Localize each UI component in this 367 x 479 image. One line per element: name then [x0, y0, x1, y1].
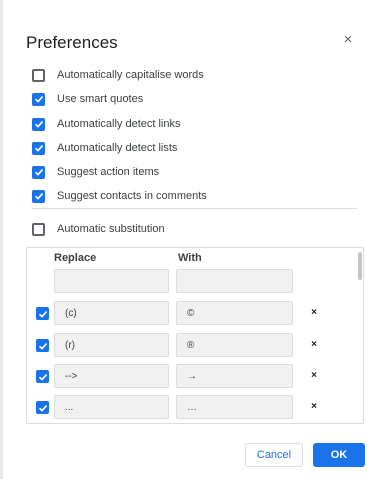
row-checkbox[interactable]	[36, 401, 49, 414]
delete-x-icon[interactable]: ×	[309, 401, 319, 412]
checkmark-icon	[34, 193, 43, 200]
checkbox-automatic-substitution[interactable]	[32, 222, 45, 236]
with-input[interactable]	[187, 401, 292, 413]
option-smart-quotes[interactable]: Use smart quotes	[32, 90, 143, 108]
option-label: Use smart quotes	[57, 93, 144, 105]
checkmark-icon	[38, 373, 47, 381]
checkbox-suggest-contacts[interactable]	[32, 189, 45, 203]
checkmark-icon	[34, 169, 43, 176]
replace-field[interactable]	[54, 333, 169, 357]
delete-x-icon[interactable]: ×	[309, 339, 319, 350]
with-field[interactable]	[176, 395, 293, 419]
option-label: Automatically capitalise words	[57, 69, 204, 81]
option-automatic-substitution[interactable]: Automatic substitution	[32, 220, 165, 238]
with-input[interactable]	[187, 307, 292, 319]
replace-input[interactable]	[65, 307, 168, 319]
checkbox-detect-links[interactable]	[32, 117, 45, 131]
with-field[interactable]	[176, 333, 293, 357]
option-suggest-contacts[interactable]: Suggest contacts in comments	[32, 187, 207, 205]
replace-field[interactable]	[54, 395, 169, 419]
cancel-button[interactable]: Cancel	[245, 443, 303, 467]
checkmark-icon	[38, 342, 47, 350]
checkbox-smart-quotes[interactable]	[32, 92, 45, 106]
new-replace-input[interactable]	[65, 275, 168, 287]
row-checkbox[interactable]	[36, 339, 49, 352]
checkmark-icon	[34, 96, 43, 103]
column-header-replace: Replace	[54, 252, 97, 264]
close-icon[interactable]: ×	[340, 32, 356, 48]
scrollbar-thumb[interactable]	[358, 252, 362, 280]
dialog-title: Preferences	[26, 33, 118, 52]
row-checkbox[interactable]	[36, 307, 49, 320]
checkmark-icon	[34, 145, 43, 152]
checkbox-detect-lists[interactable]	[32, 141, 45, 155]
ok-button[interactable]: OK	[313, 443, 365, 467]
row-checkbox[interactable]	[36, 370, 49, 383]
divider	[32, 208, 357, 209]
option-detect-lists[interactable]: Automatically detect lists	[32, 139, 177, 157]
with-input[interactable]	[187, 339, 292, 351]
option-label: Suggest contacts in comments	[57, 190, 207, 202]
option-detect-links[interactable]: Automatically detect links	[32, 115, 181, 133]
replace-field[interactable]	[54, 364, 169, 388]
option-label: Automatic substitution	[57, 223, 165, 235]
replace-input[interactable]	[65, 401, 168, 413]
replace-field[interactable]	[54, 301, 169, 325]
checkmark-icon	[34, 121, 43, 128]
replace-input[interactable]	[65, 370, 168, 382]
with-field[interactable]	[176, 301, 293, 325]
checkmark-icon	[38, 404, 47, 412]
delete-x-icon[interactable]: ×	[309, 370, 319, 381]
with-input[interactable]	[187, 370, 292, 382]
checkbox-action-items[interactable]	[32, 165, 45, 179]
new-replace-field[interactable]	[54, 269, 169, 293]
preferences-dialog: Preferences × Automatically capitalise w…	[8, 0, 367, 479]
option-action-items[interactable]: Suggest action items	[32, 163, 159, 181]
delete-x-icon[interactable]: ×	[309, 307, 319, 318]
window-edge	[0, 0, 3, 479]
new-with-field[interactable]	[176, 269, 293, 293]
with-field[interactable]	[176, 364, 293, 388]
option-label: Automatically detect lists	[57, 142, 178, 154]
new-with-input[interactable]	[187, 275, 292, 287]
replace-input[interactable]	[65, 339, 168, 351]
option-label: Suggest action items	[57, 166, 160, 178]
checkmark-icon	[38, 310, 47, 318]
option-capitalise-words[interactable]: Automatically capitalise words	[32, 66, 204, 84]
column-header-with: With	[178, 252, 202, 264]
option-label: Automatically detect links	[57, 118, 181, 130]
checkbox-capitalise-words[interactable]	[32, 68, 45, 82]
